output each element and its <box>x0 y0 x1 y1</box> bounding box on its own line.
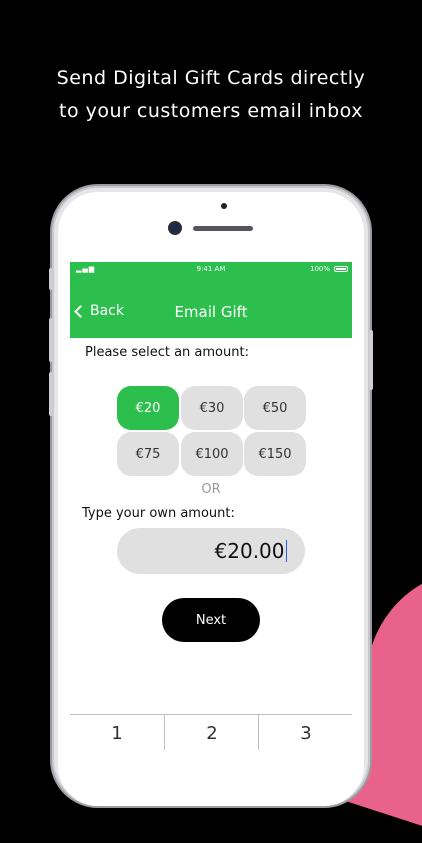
amount-option-20[interactable]: €20 <box>117 386 179 430</box>
numeric-keypad: 1 2 3 <box>70 714 352 750</box>
battery-percent: 100% <box>309 265 330 273</box>
mute-switch <box>49 268 53 290</box>
promo-line-1: Send Digital Gift Cards directly <box>56 67 366 89</box>
key-1[interactable]: 1 <box>70 715 164 750</box>
earpiece-speaker <box>193 226 253 231</box>
status-bar: ▂▄▆ 9:41 AM 100% <box>70 262 352 276</box>
own-amount-input[interactable]: €20.00 <box>117 528 305 574</box>
proximity-sensor <box>221 203 227 209</box>
amount-option-100[interactable]: €100 <box>181 432 243 476</box>
key-2[interactable]: 2 <box>164 715 259 750</box>
amount-option-75[interactable]: €75 <box>117 432 179 476</box>
key-3[interactable]: 3 <box>258 715 352 750</box>
or-divider: OR <box>201 482 221 497</box>
front-camera <box>170 223 180 233</box>
page-title: Email Gift <box>174 303 248 321</box>
own-amount-label: Type your own amount: <box>82 506 235 521</box>
volume-down-button <box>49 372 53 416</box>
text-caret <box>285 540 287 562</box>
app-screen: ▂▄▆ 9:41 AM 100% Back Email Gift Please … <box>70 262 352 750</box>
amount-option-30[interactable]: €30 <box>181 386 243 430</box>
amount-option-50[interactable]: €50 <box>244 386 306 430</box>
own-amount-value: €20.00 <box>214 539 285 563</box>
volume-up-button <box>49 318 53 362</box>
promo-line-2: to your customers email inbox <box>59 100 363 122</box>
next-button[interactable]: Next <box>162 598 260 642</box>
battery-icon <box>334 266 348 272</box>
amount-prompt: Please select an amount: <box>85 345 249 360</box>
amount-option-150[interactable]: €150 <box>244 432 306 476</box>
nav-bar: Back Email Gift <box>70 276 352 338</box>
promo-text: Send Digital Gift Cards directly to your… <box>0 62 422 128</box>
power-button <box>369 330 373 390</box>
